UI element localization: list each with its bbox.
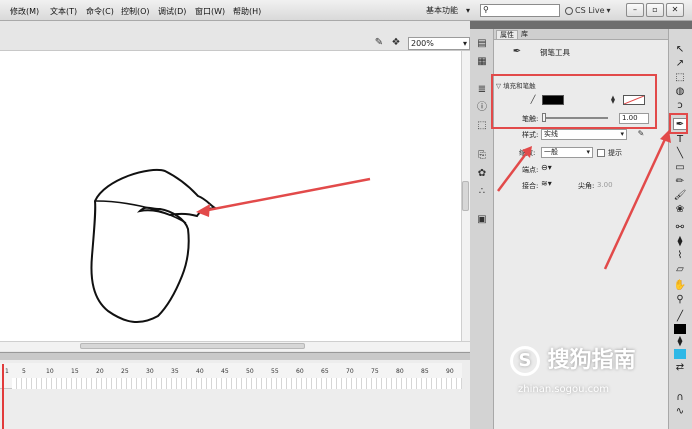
frame-tick: 55 (271, 368, 279, 375)
help-search-input[interactable]: ⚲ (480, 4, 560, 17)
chevron-down-icon: ▾ (462, 39, 467, 48)
frame-tick: 30 (146, 368, 154, 375)
close-button[interactable]: ✕ (666, 3, 684, 17)
workspace-label: 基本功能 (426, 6, 458, 15)
frame-tick: 25 (121, 368, 129, 375)
chevron-down-icon: ▾ (465, 6, 470, 15)
sogou-logo-icon: S (510, 346, 540, 376)
horizontal-scroll-thumb[interactable] (80, 343, 305, 349)
menu-modify[interactable]: 修改(M) (10, 6, 39, 17)
frame-tick: 60 (296, 368, 304, 375)
frame-tick: 5 (22, 368, 26, 375)
menu-help[interactable]: 帮助(H) (233, 6, 261, 17)
cup-shape (90, 169, 219, 323)
menu-control[interactable]: 控制(O) (121, 6, 150, 17)
annotation-arrow-stage (202, 177, 371, 213)
drawing-svg (90, 169, 371, 323)
frame-tick: 80 (396, 368, 404, 375)
search-icon: ⚲ (483, 5, 489, 14)
minimize-button[interactable]: – (626, 3, 644, 17)
frame-tick: 10 (46, 368, 54, 375)
frame-tick: 45 (221, 368, 229, 375)
edit-scene-icon[interactable]: ✎ (372, 36, 386, 50)
frame-tick: 65 (321, 368, 329, 375)
frame-tick: 50 (246, 368, 254, 375)
zoom-select[interactable]: 200% ▾ (408, 37, 470, 50)
frame-tick: 20 (96, 368, 104, 375)
frame-tick: 40 (196, 368, 204, 375)
watermark-url: zhinan.sogou.com (518, 384, 610, 395)
menu-bar: 修改(M) 文本(T) 命令(C) 控制(O) 调试(D) 窗口(W) 帮助(H… (0, 0, 692, 21)
chevron-down-icon: ▾ (606, 6, 611, 15)
sogou-watermark: S 搜狗指南 (510, 342, 670, 382)
playhead[interactable] (2, 364, 8, 429)
menu-window[interactable]: 窗口(W) (195, 6, 225, 17)
stage-toolbar: ✎ ❖ (0, 21, 470, 51)
cs-live-button[interactable]: CS Live ▾ (565, 4, 611, 17)
annotation-arrow-pen (603, 136, 668, 270)
menu-text[interactable]: 文本(T) (50, 6, 77, 17)
cs-live-label: CS Live (575, 6, 605, 15)
menu-debug[interactable]: 调试(D) (158, 6, 186, 17)
menu-commands[interactable]: 命令(C) (86, 6, 114, 17)
annotation-arrow-scale (497, 150, 529, 192)
edit-symbol-icon[interactable]: ❖ (389, 36, 403, 50)
frame-tick: 35 (171, 368, 179, 375)
frame-tick: 90 (446, 368, 454, 375)
frame-cells[interactable] (12, 378, 462, 389)
vertical-scroll-thumb[interactable] (462, 181, 469, 211)
cs-live-icon (565, 6, 573, 15)
frame-tick: 85 (421, 368, 429, 375)
frame-tick: 15 (71, 368, 79, 375)
timeline-header (0, 352, 470, 360)
frame-tick: 75 (371, 368, 379, 375)
frame-tick: 70 (346, 368, 354, 375)
stage-canvas[interactable] (0, 51, 461, 341)
workspace-switcher[interactable]: 基本功能 ▾ (424, 4, 472, 17)
zoom-value: 200% (411, 39, 434, 48)
restore-button[interactable]: ▫ (646, 3, 664, 17)
watermark-main: 搜狗指南 (547, 348, 636, 373)
